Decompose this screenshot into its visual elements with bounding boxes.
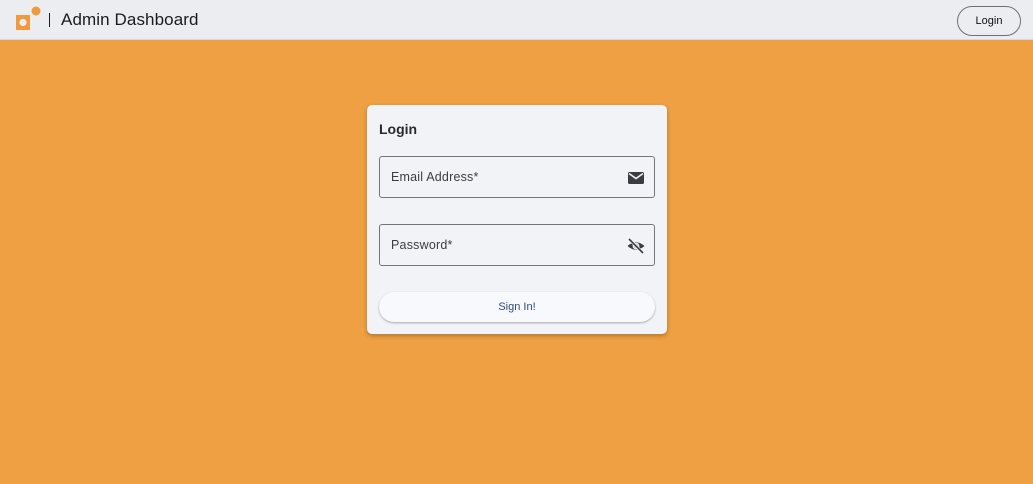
login-card: Login Email Address* Password* Sign In! bbox=[367, 105, 667, 334]
header-login-button[interactable]: Login bbox=[957, 6, 1021, 36]
title-divider bbox=[49, 13, 50, 27]
password-field[interactable]: Password* bbox=[379, 224, 655, 266]
visibility-off-icon[interactable] bbox=[626, 236, 646, 256]
password-field-label: Password* bbox=[391, 238, 453, 252]
app-title: Admin Dashboard bbox=[61, 10, 199, 29]
brand-logo-icon[interactable] bbox=[15, 6, 43, 34]
top-app-bar: Admin Dashboard Login bbox=[0, 0, 1033, 40]
sign-in-button[interactable]: Sign In! bbox=[379, 292, 655, 322]
email-field[interactable]: Email Address* bbox=[379, 156, 655, 198]
mail-icon bbox=[628, 172, 644, 184]
email-field-label: Email Address* bbox=[391, 170, 479, 184]
login-card-title: Login bbox=[379, 121, 418, 137]
